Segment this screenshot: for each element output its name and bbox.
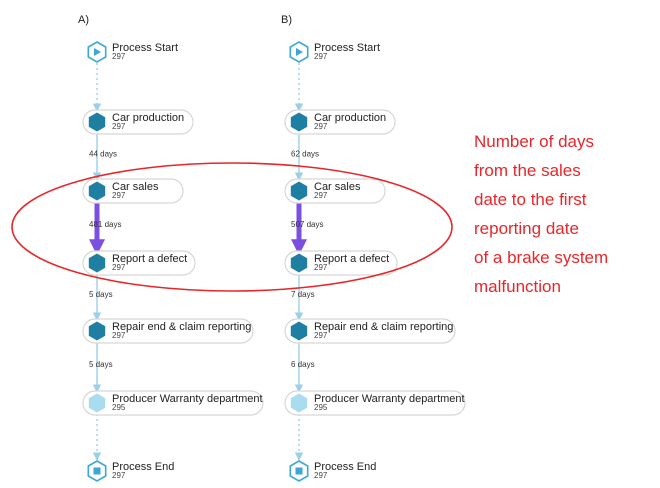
node-process-end[interactable]: Process End297 bbox=[87, 460, 174, 482]
edge-5: 6 days bbox=[291, 342, 315, 393]
edge-5: 5 days bbox=[89, 342, 113, 393]
node-label: Repair end & claim reporting bbox=[112, 321, 251, 333]
node-label: Producer Warranty department bbox=[314, 393, 465, 405]
node-count: 297 bbox=[112, 331, 126, 340]
node-repair-end-and-claim-reporting[interactable]: Repair end & claim reporting297 bbox=[284, 318, 456, 344]
node-process-end[interactable]: Process End297 bbox=[289, 460, 376, 482]
edge-duration-label: 5 days bbox=[89, 360, 113, 369]
node-process-start[interactable]: Process Start297 bbox=[87, 41, 178, 63]
edge-duration-label: 6 days bbox=[291, 360, 315, 369]
node-report-a-defect[interactable]: Report a defect297 bbox=[82, 250, 196, 276]
panel-label: A) bbox=[78, 14, 89, 26]
node-count: 297 bbox=[314, 52, 328, 61]
annotation-text: Number of days from the sales date to th… bbox=[474, 132, 608, 296]
edge-duration-label: 481 days bbox=[89, 220, 121, 229]
node-count: 297 bbox=[112, 52, 126, 61]
node-label: Producer Warranty department bbox=[112, 393, 263, 405]
edge-4: 7 days bbox=[291, 274, 315, 321]
annotation-line: from the sales bbox=[474, 161, 581, 180]
node-label: Repair end & claim reporting bbox=[314, 321, 453, 333]
edge-duration-label: 44 days bbox=[89, 150, 117, 159]
node-producer-warranty-department[interactable]: Producer Warranty department295 bbox=[82, 390, 264, 416]
node-count: 297 bbox=[314, 471, 328, 480]
node-report-a-defect[interactable]: Report a defect297 bbox=[284, 250, 398, 276]
node-count: 297 bbox=[112, 191, 126, 200]
node-car-production[interactable]: Car production297 bbox=[284, 109, 396, 135]
node-car-sales[interactable]: Car sales297 bbox=[284, 178, 386, 204]
edge-duration-label: 5 days bbox=[89, 290, 113, 299]
edge-3: 507 days bbox=[290, 202, 323, 256]
node-layer: Process Start297 Car production297 Car sal… bbox=[284, 41, 466, 482]
annotation-line: Number of days bbox=[474, 132, 594, 151]
annotation-line: of a brake system bbox=[474, 248, 608, 267]
panel-label: B) bbox=[281, 14, 292, 26]
node-count: 295 bbox=[314, 403, 328, 412]
edge-duration-label: 507 days bbox=[291, 220, 323, 229]
node-count: 297 bbox=[314, 331, 328, 340]
process-panel-b: B) 62 days 507 days 7 days 6 days Process S… bbox=[281, 14, 466, 482]
node-count: 295 bbox=[112, 403, 126, 412]
edge-3: 481 days bbox=[88, 202, 121, 256]
annotation-line: malfunction bbox=[474, 277, 561, 296]
edge-2: 62 days bbox=[291, 133, 319, 181]
node-car-production[interactable]: Car production297 bbox=[82, 109, 194, 135]
process-diagram-canvas: A) 44 days 481 days 5 days 5 days Process S… bbox=[11, 14, 608, 482]
node-count: 297 bbox=[112, 122, 126, 131]
edge-duration-label: 62 days bbox=[291, 150, 319, 159]
node-car-sales[interactable]: Car sales297 bbox=[82, 178, 184, 204]
stop-icon bbox=[93, 467, 101, 475]
node-count: 297 bbox=[314, 191, 328, 200]
node-count: 297 bbox=[314, 263, 328, 272]
node-count: 297 bbox=[314, 122, 328, 131]
node-count: 297 bbox=[112, 263, 126, 272]
edge-duration-label: 7 days bbox=[291, 290, 315, 299]
node-repair-end-and-claim-reporting[interactable]: Repair end & claim reporting297 bbox=[82, 318, 254, 344]
annotation-line: date to the first bbox=[474, 190, 587, 209]
annotation-line: reporting date bbox=[474, 219, 579, 238]
stop-icon bbox=[295, 467, 303, 475]
node-count: 297 bbox=[112, 471, 126, 480]
node-process-start[interactable]: Process Start297 bbox=[289, 41, 380, 63]
process-panel-a: A) 44 days 481 days 5 days 5 days Process S… bbox=[78, 14, 264, 482]
node-layer: Process Start297 Car production297 Car sal… bbox=[82, 41, 264, 482]
node-producer-warranty-department[interactable]: Producer Warranty department295 bbox=[284, 390, 466, 416]
